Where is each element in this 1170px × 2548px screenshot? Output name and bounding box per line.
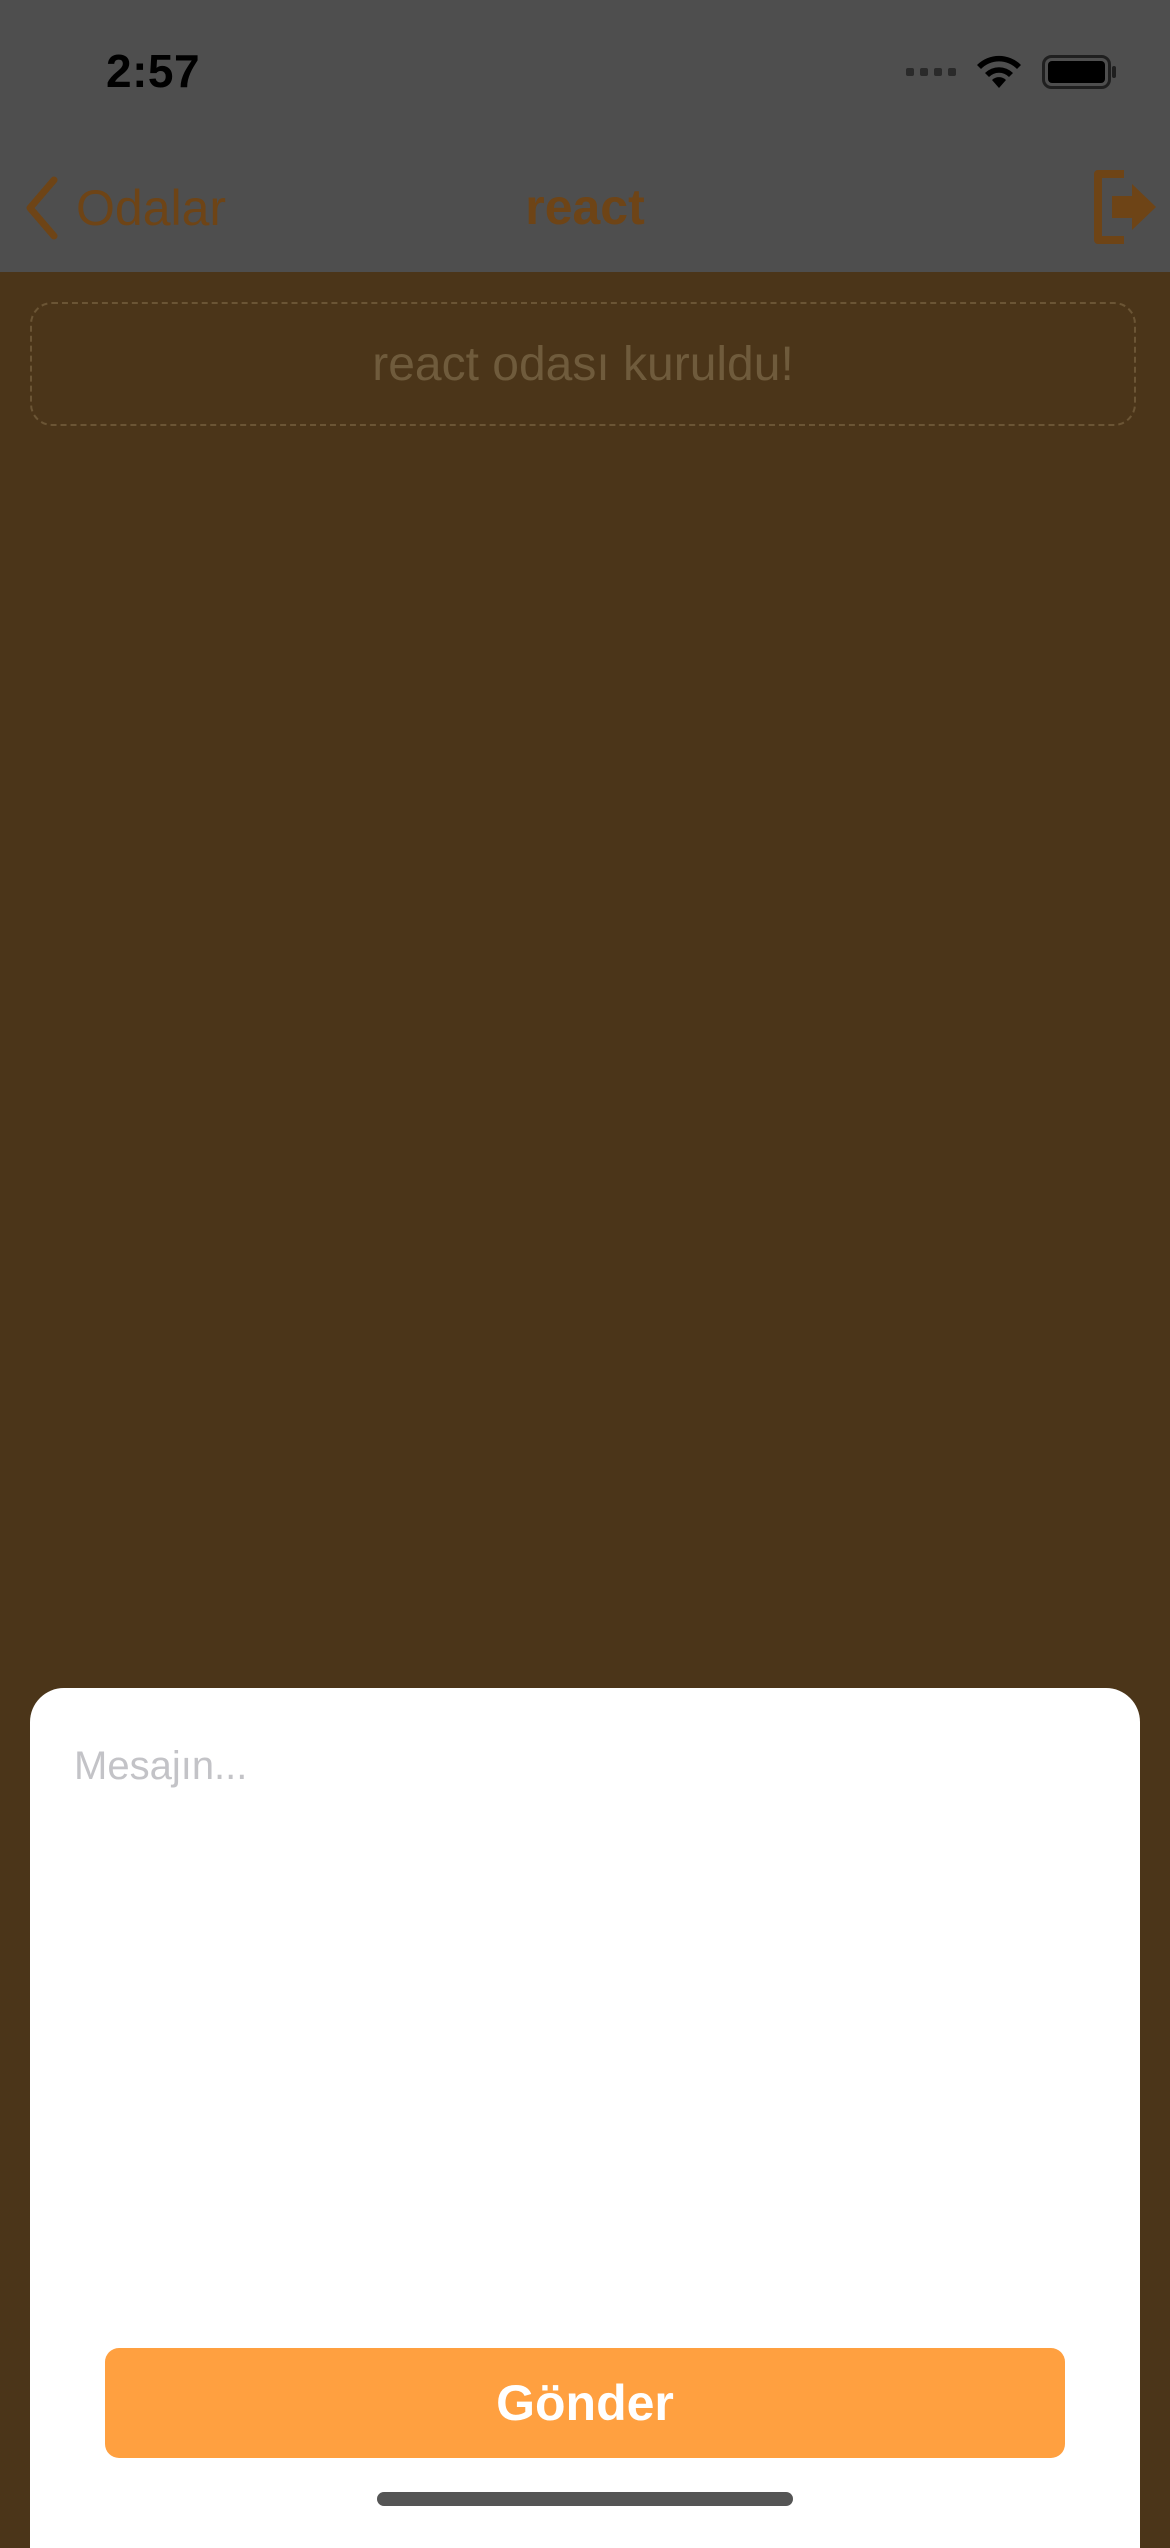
- navigation-bar: Odalar react: [0, 148, 1170, 272]
- sign-out-icon: [1094, 170, 1156, 244]
- page-title: react: [525, 179, 645, 235]
- message-input[interactable]: [74, 1744, 1094, 2264]
- home-indicator: [377, 2492, 793, 2506]
- cellular-signal-icon: [906, 68, 956, 76]
- battery-icon: [1042, 55, 1116, 89]
- system-message: react odası kuruldu!: [30, 302, 1136, 426]
- system-message-text: react odası kuruldu!: [372, 337, 794, 391]
- wifi-icon: [977, 55, 1021, 88]
- status-bar: 2:57: [0, 0, 1170, 148]
- status-icons: [906, 54, 1118, 90]
- message-composer: Gönder: [30, 1688, 1140, 2548]
- status-time: 2:57: [106, 45, 201, 97]
- sign-out-button[interactable]: [1088, 166, 1160, 253]
- send-button[interactable]: Gönder: [105, 2348, 1065, 2458]
